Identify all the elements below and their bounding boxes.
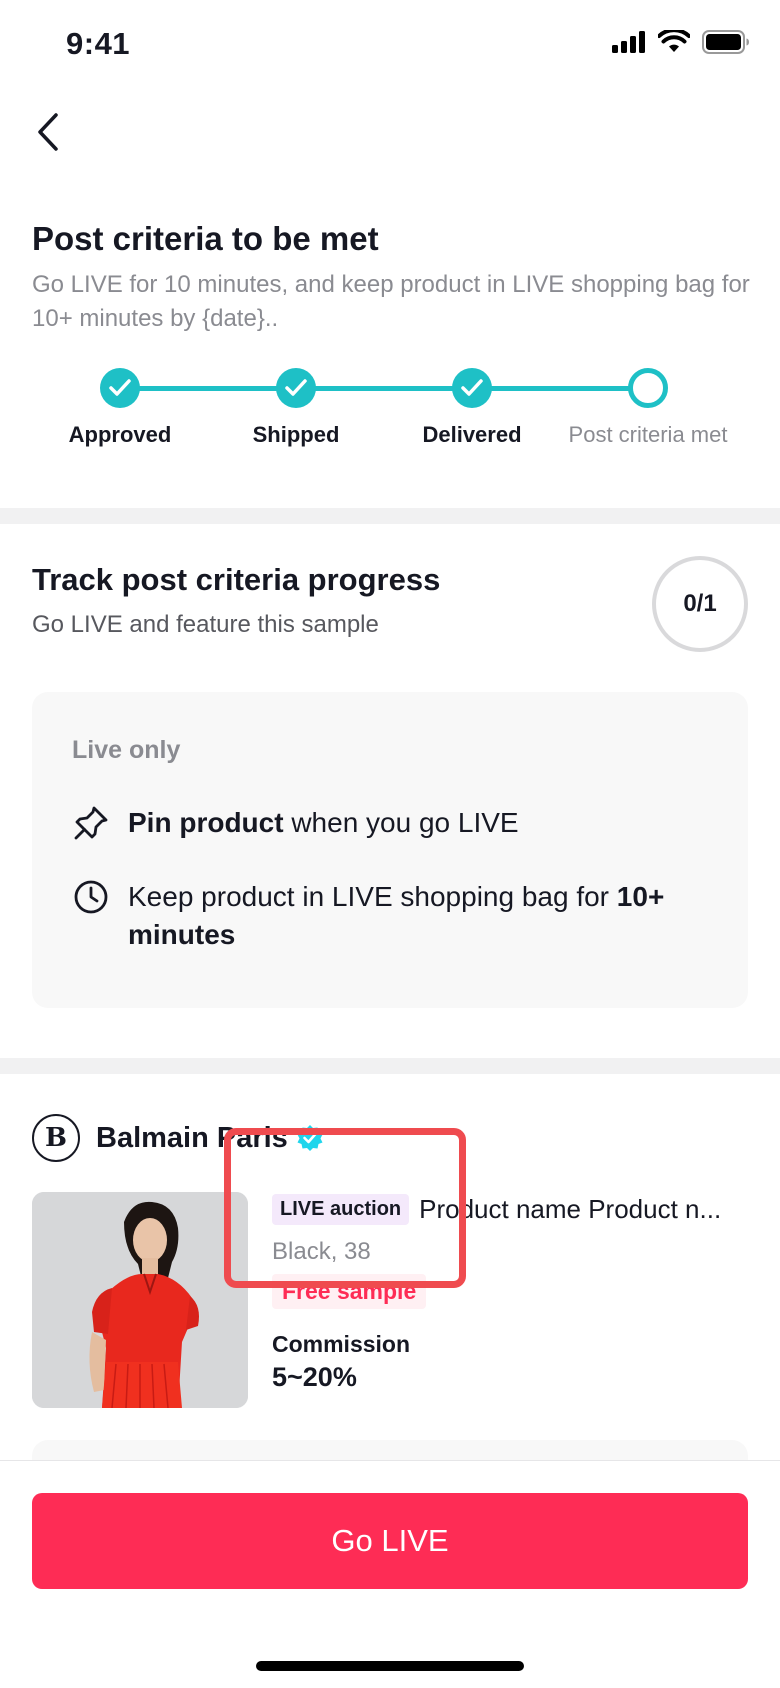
product-image[interactable] (32, 1192, 248, 1408)
home-indicator (256, 1661, 524, 1671)
criteria-subtitle: Go LIVE for 10 minutes, and keep product… (32, 271, 750, 332)
track-header: Track post criteria progress Go LIVE and… (32, 562, 632, 642)
requirement-keep-text: Keep product in LIVE shopping bag for (128, 881, 617, 912)
track-title: Track post criteria progress (32, 562, 441, 597)
go-live-button[interactable]: Go LIVE (32, 1493, 748, 1589)
progress-counter: 0/1 (652, 556, 748, 652)
step-label-approved: Approved (68, 422, 172, 447)
seller-row[interactable]: B Balmain Paris (32, 1114, 324, 1162)
requirement-keep-product: Keep product in LIVE shopping bag for 10… (72, 878, 688, 954)
live-only-heading: Live only (72, 736, 181, 764)
verified-badge-icon (297, 1125, 323, 1151)
status-bar: 9:41 (0, 0, 780, 96)
product-variant: Black, 38 (272, 1238, 371, 1265)
step-delivered-check-icon (452, 368, 492, 408)
step-connector (296, 386, 472, 391)
back-button[interactable] (28, 108, 68, 156)
section-divider (0, 508, 780, 524)
status-icons (612, 30, 750, 54)
seller-name: Balmain Paris (96, 1121, 288, 1154)
progress-stepper: Approved Shipped Delivered Post criteria… (0, 364, 780, 464)
product-name: Product name Product n... (419, 1193, 722, 1224)
signal-icon (612, 31, 645, 53)
criteria-header: Post criteria to be met Go LIVE for 10 m… (32, 220, 752, 336)
product-title-row: LIVE auction Product name Product n... (272, 1192, 748, 1226)
step-shipped-check-icon (276, 368, 316, 408)
next-card-peek (32, 1440, 748, 1460)
live-only-card: Live only Pin product when you go LIVE K… (32, 692, 748, 1008)
step-approved-check-icon (100, 368, 140, 408)
criteria-title: Post criteria to be met (32, 220, 379, 257)
step-label-post-criteria-met: Post criteria met (568, 422, 728, 447)
product-info[interactable]: LIVE auction Product name Product n... B… (272, 1192, 748, 1393)
section-divider (0, 1058, 780, 1074)
step-connector (472, 386, 648, 391)
live-auction-tag: LIVE auction (272, 1193, 410, 1225)
status-time: 9:41 (66, 26, 131, 61)
step-connector (120, 386, 296, 391)
step-label-shipped: Shipped (252, 422, 340, 447)
commission-value: 5~20% (272, 1362, 357, 1392)
clock-icon (72, 878, 110, 916)
step-pending-circle-icon (628, 368, 668, 408)
pin-icon (72, 804, 110, 842)
requirement-pin-product: Pin product when you go LIVE (72, 804, 688, 842)
requirement-pin-bold: Pin product (128, 807, 284, 838)
wifi-icon (658, 30, 690, 52)
seller-logo: B (32, 1114, 80, 1162)
track-subtitle: Go LIVE and feature this sample (32, 611, 379, 638)
bottom-action-bar: Go LIVE (0, 1460, 780, 1688)
requirement-pin-text: when you go LIVE (283, 807, 519, 838)
free-sample-tag: Free sample (272, 1274, 427, 1309)
chevron-left-icon (38, 113, 58, 151)
product-photo-illustration (32, 1192, 248, 1408)
commission-label: Commission (272, 1331, 411, 1357)
battery-icon (702, 30, 749, 54)
